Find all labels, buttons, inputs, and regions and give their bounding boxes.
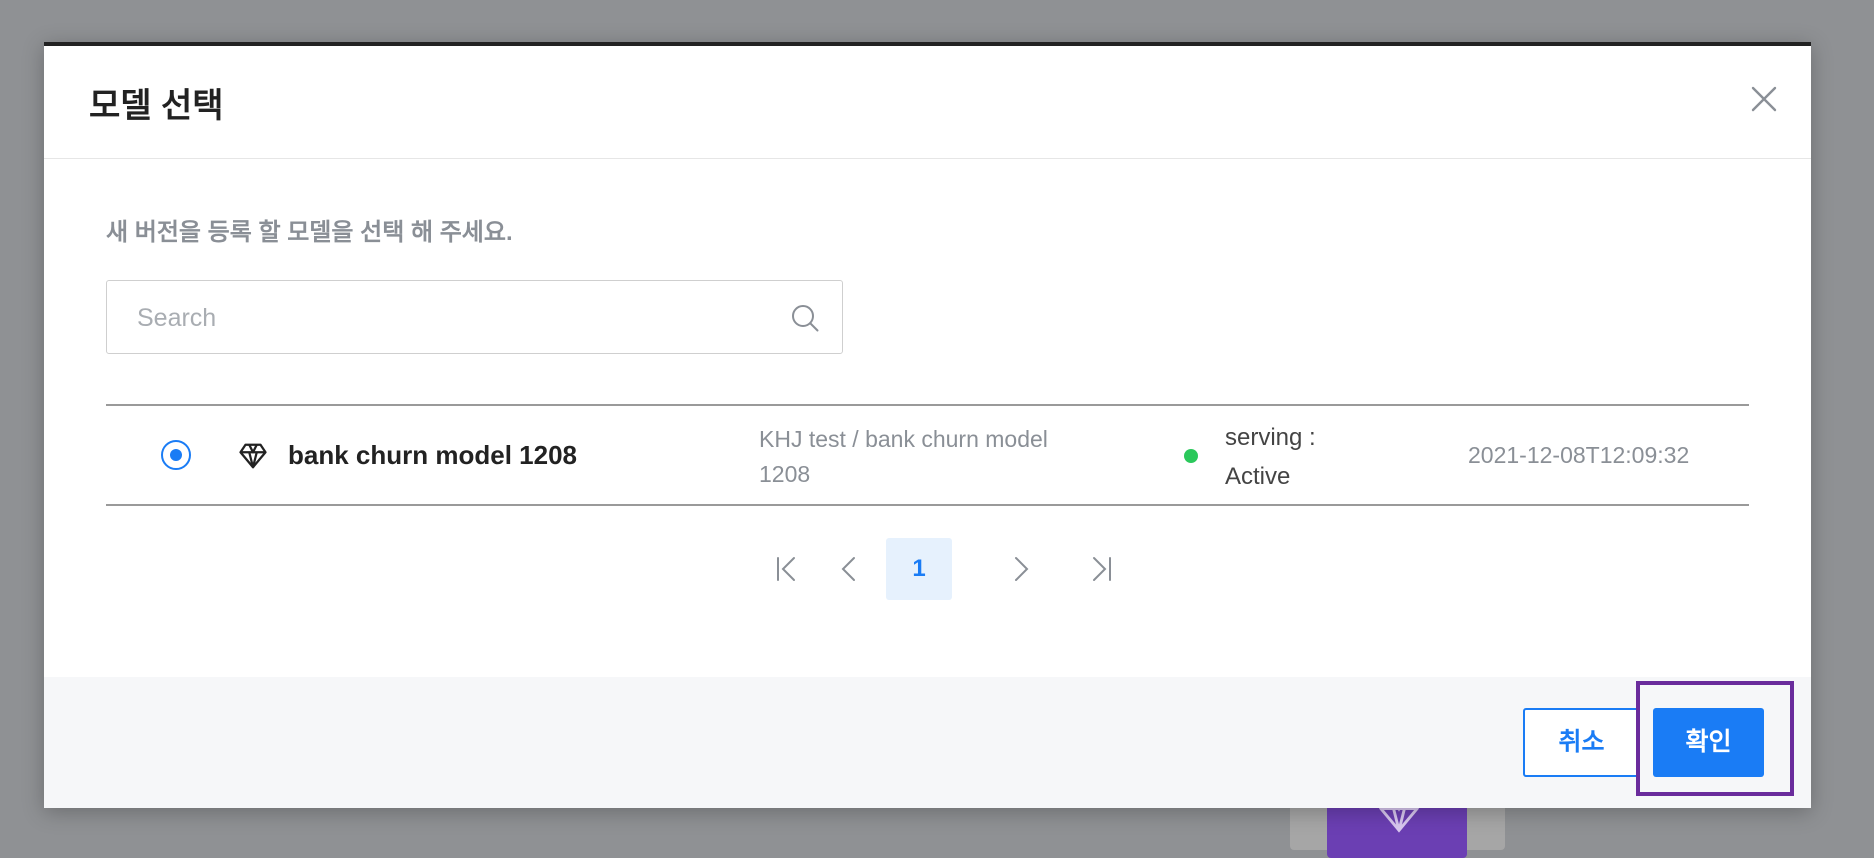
first-page-icon	[777, 557, 795, 581]
search-field[interactable]	[106, 280, 843, 354]
last-page-button[interactable]	[1070, 538, 1132, 600]
row-select-radio[interactable]	[161, 440, 191, 470]
last-page-icon	[1093, 557, 1111, 581]
cancel-button[interactable]: 취소	[1523, 708, 1640, 777]
search-input[interactable]	[135, 299, 759, 337]
confirm-button[interactable]: 확인	[1653, 708, 1764, 777]
chevron-left-icon	[841, 557, 855, 581]
pagination: 1	[44, 538, 1811, 600]
select-model-dialog: 모델 선택 새 버전을 등록 할 모델을 선택 해 주세요. bank chur…	[44, 42, 1811, 808]
next-page-button[interactable]	[990, 538, 1052, 600]
model-table: bank churn model 1208 KHJ test / bank ch…	[106, 404, 1749, 506]
model-name: bank churn model 1208	[288, 440, 577, 470]
dialog-header: 모델 선택	[44, 46, 1811, 159]
close-icon	[1751, 86, 1777, 112]
close-button[interactable]	[1747, 82, 1781, 116]
prev-page-button[interactable]	[818, 538, 880, 600]
search-icon[interactable]	[790, 303, 820, 333]
first-page-button[interactable]	[756, 538, 818, 600]
created-date: 2021-12-08T12:09:32	[1468, 442, 1690, 468]
table-row[interactable]: bank churn model 1208 KHJ test / bank ch…	[106, 406, 1749, 504]
serving-status: serving : Active	[1225, 424, 1316, 490]
dialog-footer: 취소 확인	[44, 677, 1811, 808]
chevron-right-icon	[1015, 557, 1029, 581]
status-indicator	[1184, 449, 1198, 463]
instruction-text: 새 버전을 등록 할 모델을 선택 해 주세요.	[106, 219, 513, 246]
diamond-icon	[239, 443, 267, 469]
page-number-current[interactable]: 1	[886, 538, 952, 600]
dialog-title: 모델 선택	[89, 87, 224, 125]
model-path: KHJ test / bank churn model 1208	[759, 426, 1048, 487]
